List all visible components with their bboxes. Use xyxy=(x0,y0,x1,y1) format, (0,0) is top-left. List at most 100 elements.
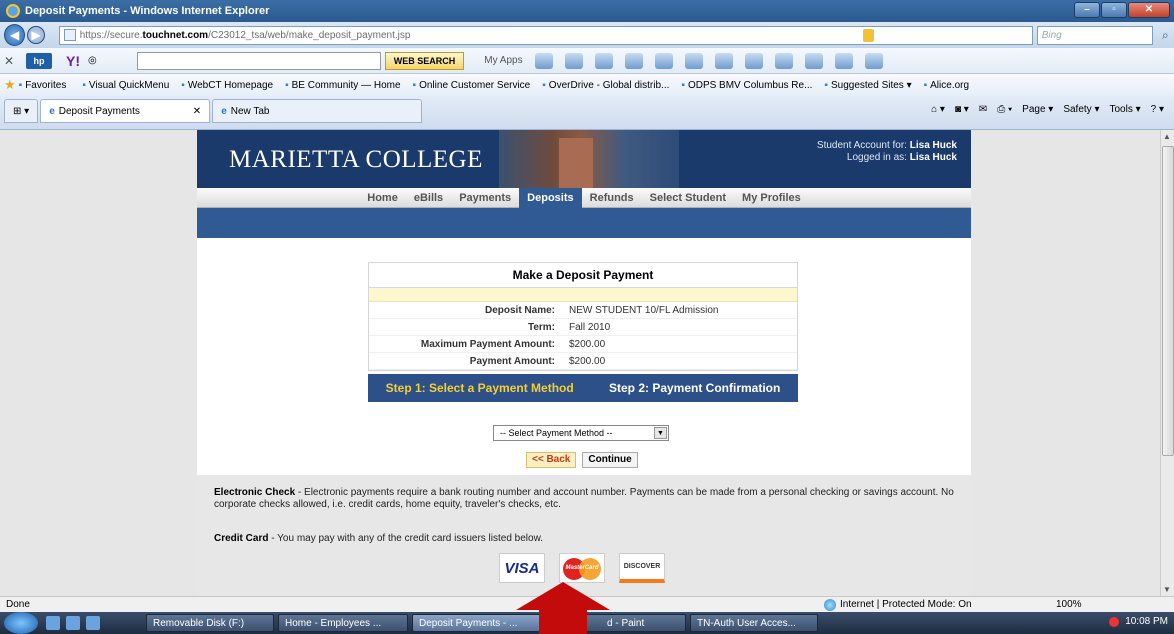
favorite-link[interactable]: ODPS BMV Columbus Re... xyxy=(681,80,812,91)
college-logo[interactable]: MARIETTA COLLEGE xyxy=(229,146,483,174)
tools-menu[interactable]: Tools ▾ xyxy=(1109,104,1140,115)
nav-select-student[interactable]: Select Student xyxy=(642,188,734,208)
steps-bar: Step 1: Select a Payment Method Step 2: … xyxy=(368,374,798,402)
favorite-link[interactable]: Visual QuickMenu xyxy=(82,80,169,91)
tab-new[interactable]: e New Tab xyxy=(212,99,423,123)
tab-row: ⊞ ▾ e Deposit Payments ✕ e New Tab ⌂ ▾ ◙ ▾… xyxy=(0,96,1174,130)
ie-tab-icon: e xyxy=(221,105,227,117)
scroll-up-icon[interactable]: ▲ xyxy=(1163,132,1171,141)
url-domain: touchnet.com xyxy=(142,29,209,41)
ie-tab-icon: e xyxy=(49,105,55,117)
nav-payments[interactable]: Payments xyxy=(451,188,519,208)
toolbar-app-icon[interactable] xyxy=(834,52,853,69)
maximize-button[interactable]: ▫ xyxy=(1101,2,1127,18)
row-value: NEW STUDENT 10/FL Admission xyxy=(569,304,719,316)
web-search-button[interactable]: WEB SEARCH xyxy=(384,51,465,70)
clock[interactable]: 10:08 PM xyxy=(1125,616,1168,627)
toolbar-app-icon[interactable] xyxy=(804,52,823,69)
toolbar-icons xyxy=(534,52,895,69)
nav-home[interactable]: Home xyxy=(359,188,406,208)
home-icon[interactable]: ⌂ ▾ xyxy=(931,104,945,115)
row-value: $200.00 xyxy=(569,338,606,350)
page-icon xyxy=(63,29,76,41)
zoom-level[interactable]: 100% xyxy=(1056,599,1082,610)
favorite-link[interactable]: Online Customer Service xyxy=(413,80,530,91)
favorite-link[interactable]: OverDrive - Global distrib... xyxy=(542,80,670,91)
search-icon[interactable]: ⌕ xyxy=(1157,26,1174,44)
close-tab-icon[interactable]: ✕ xyxy=(193,106,201,117)
toolbar-app-icon[interactable] xyxy=(654,52,673,69)
security-zone[interactable]: Internet | Protected Mode: On xyxy=(824,598,972,611)
back-button[interactable]: << Back xyxy=(526,452,577,468)
echeck-info: Electronic Check - Electronic payments r… xyxy=(214,487,954,511)
favorite-link[interactable]: Alice.org xyxy=(924,80,969,91)
back-button[interactable]: ◀ xyxy=(4,24,26,46)
favorite-link[interactable]: WebCT Homepage xyxy=(181,80,273,91)
favorite-link[interactable]: Suggested Sites ▾ xyxy=(824,80,912,91)
close-toolbar-icon[interactable]: ✕ xyxy=(4,54,20,68)
quicklaunch-icon[interactable] xyxy=(66,616,80,630)
page-menu[interactable]: Page ▾ xyxy=(1022,104,1053,115)
taskbar-item[interactable]: Deposit Payments - ... xyxy=(412,614,542,632)
windows-taskbar: Removable Disk (F:) Home - Employees ...… xyxy=(0,612,1174,634)
quicklaunch-icon[interactable] xyxy=(46,616,60,630)
start-button[interactable] xyxy=(4,612,38,634)
help-icon[interactable]: ? ▾ xyxy=(1151,104,1164,115)
tab-label: New Tab xyxy=(230,105,270,117)
annotation-arrow-stem xyxy=(539,608,587,634)
favorites-button[interactable]: Favorites xyxy=(19,80,66,91)
globe-icon xyxy=(824,598,836,611)
toolbar-search-icon[interactable]: ◎ xyxy=(88,55,97,66)
scroll-thumb[interactable] xyxy=(1162,146,1174,456)
cc-text: - You may pay with any of the credit car… xyxy=(268,533,544,544)
yahoo-logo-icon[interactable]: Y! xyxy=(66,53,80,69)
toolbar-app-icon[interactable] xyxy=(744,52,763,69)
form-buttons: << Back Continue xyxy=(526,452,638,468)
safety-menu[interactable]: Safety ▾ xyxy=(1063,104,1099,115)
echeck-title: Electronic Check xyxy=(214,487,296,498)
quick-tabs-button[interactable]: ⊞ ▾ xyxy=(4,99,39,123)
toolbar-app-icon[interactable] xyxy=(534,52,553,69)
nav-deposits[interactable]: Deposits xyxy=(519,187,582,208)
site-header: MARIETTA COLLEGE Student Account for: Li… xyxy=(197,130,971,188)
my-apps-button[interactable]: My Apps xyxy=(484,55,522,66)
toolbar-app-icon[interactable] xyxy=(594,52,613,69)
close-button[interactable]: ✕ xyxy=(1128,2,1170,18)
toolbar-app-icon[interactable] xyxy=(774,52,793,69)
toolbar-app-icon[interactable] xyxy=(864,52,883,69)
deposit-row: Payment Amount: $200.00 xyxy=(369,353,797,370)
mail-icon[interactable]: ✉ xyxy=(979,104,987,115)
address-bar[interactable]: https://secure. touchnet.com/C23012_tsa/w… xyxy=(58,25,1033,45)
toolbar-app-icon[interactable] xyxy=(684,52,703,69)
quick-launch xyxy=(46,616,146,630)
vertical-scrollbar[interactable]: ▲ ▼ xyxy=(1160,130,1174,596)
nav-my-profiles[interactable]: My Profiles xyxy=(734,188,809,208)
hp-logo-icon[interactable]: hp xyxy=(26,52,52,69)
quicklaunch-icon[interactable] xyxy=(86,616,100,630)
print-icon[interactable]: ⎙ ▾ xyxy=(997,104,1012,115)
minimize-button[interactable]: – xyxy=(1074,2,1100,18)
taskbar-item[interactable]: Removable Disk (F:) xyxy=(146,614,274,632)
nav-refunds[interactable]: Refunds xyxy=(582,188,642,208)
favorites-star-icon[interactable]: ★ xyxy=(4,77,16,93)
nav-ebills[interactable]: eBills xyxy=(406,188,451,208)
search-input[interactable]: Bing xyxy=(1036,25,1153,45)
taskbar-item[interactable]: TN-Auth User Acces... xyxy=(690,614,818,632)
panel-message-area xyxy=(369,288,797,302)
toolbar-search-input[interactable] xyxy=(136,51,381,70)
tray-icon[interactable] xyxy=(1109,616,1120,627)
feeds-icon[interactable]: ◙ ▾ xyxy=(955,104,969,115)
scroll-down-icon[interactable]: ▼ xyxy=(1163,585,1171,594)
continue-button[interactable]: Continue xyxy=(582,452,638,468)
toolbar-app-icon[interactable] xyxy=(564,52,583,69)
taskbar-item[interactable]: Home - Employees ... xyxy=(278,614,408,632)
forward-button[interactable]: ▶ xyxy=(27,26,45,44)
payment-method-select[interactable]: -- Select Payment Method -- ▼ xyxy=(493,425,669,441)
toolbar-app-icon[interactable] xyxy=(624,52,643,69)
favorite-link[interactable]: BE Community — Home xyxy=(285,80,401,91)
card-logos: VISA MasterCard DISCOVER xyxy=(499,553,665,583)
chevron-down-icon[interactable]: ▼ xyxy=(654,427,667,439)
tab-deposit-payments[interactable]: e Deposit Payments ✕ xyxy=(40,99,211,123)
toolbar-app-icon[interactable] xyxy=(714,52,733,69)
lock-icon[interactable] xyxy=(862,28,874,42)
